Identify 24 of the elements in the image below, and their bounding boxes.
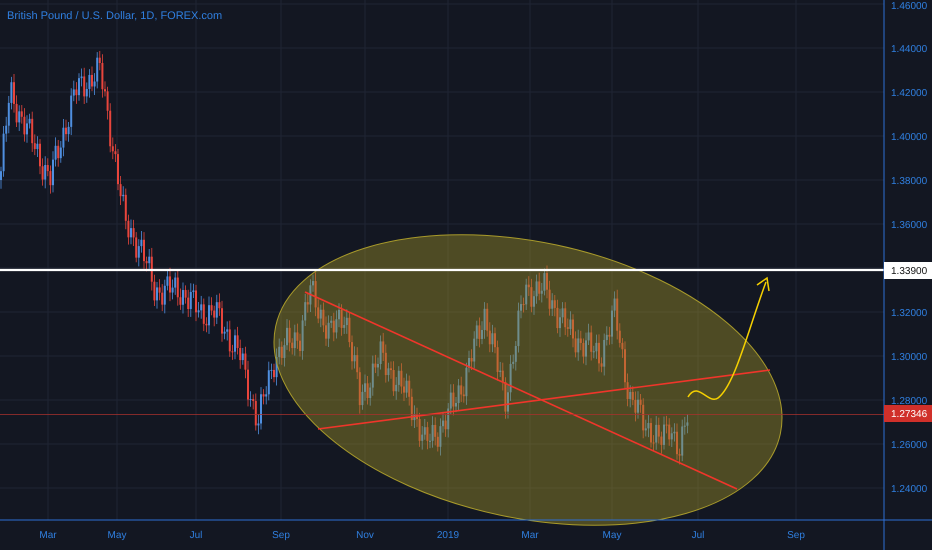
price-axis-label: 1.28000 xyxy=(891,396,928,407)
time-axis-label: May xyxy=(108,530,126,541)
time-axis-label: Sep xyxy=(272,530,290,541)
price-axis-label: 1.32000 xyxy=(891,308,928,319)
time-axis-label: Nov xyxy=(356,530,374,541)
time-axis-label: 2019 xyxy=(436,530,460,541)
price-axis-label: 1.30000 xyxy=(891,352,928,363)
chart-title: British Pound / U.S. Dollar, 1D, FOREX.com xyxy=(7,10,222,22)
time-axis-label: May xyxy=(602,530,622,541)
price-axis-label: 1.44000 xyxy=(891,44,928,55)
price-tag: 1.33900 xyxy=(884,262,932,279)
price-axis-label: 1.40000 xyxy=(891,132,928,143)
time-axis-label: Jul xyxy=(692,530,704,541)
price-axis-label: 1.24000 xyxy=(891,484,928,495)
price-tag: 1.27346 xyxy=(884,405,932,422)
time-axis-label: Mar xyxy=(39,530,57,541)
price-axis-label: 1.46000 xyxy=(891,1,928,12)
price-axis-label: 1.38000 xyxy=(891,176,928,187)
price-axis-label: 1.26000 xyxy=(891,440,928,451)
time-axis-label: Sep xyxy=(787,530,805,541)
price-axis-label: 1.42000 xyxy=(891,88,928,99)
time-axis-label: Mar xyxy=(521,530,539,541)
time-axis-label: Jul xyxy=(190,530,202,541)
price-axis-label: 1.36000 xyxy=(891,220,928,231)
